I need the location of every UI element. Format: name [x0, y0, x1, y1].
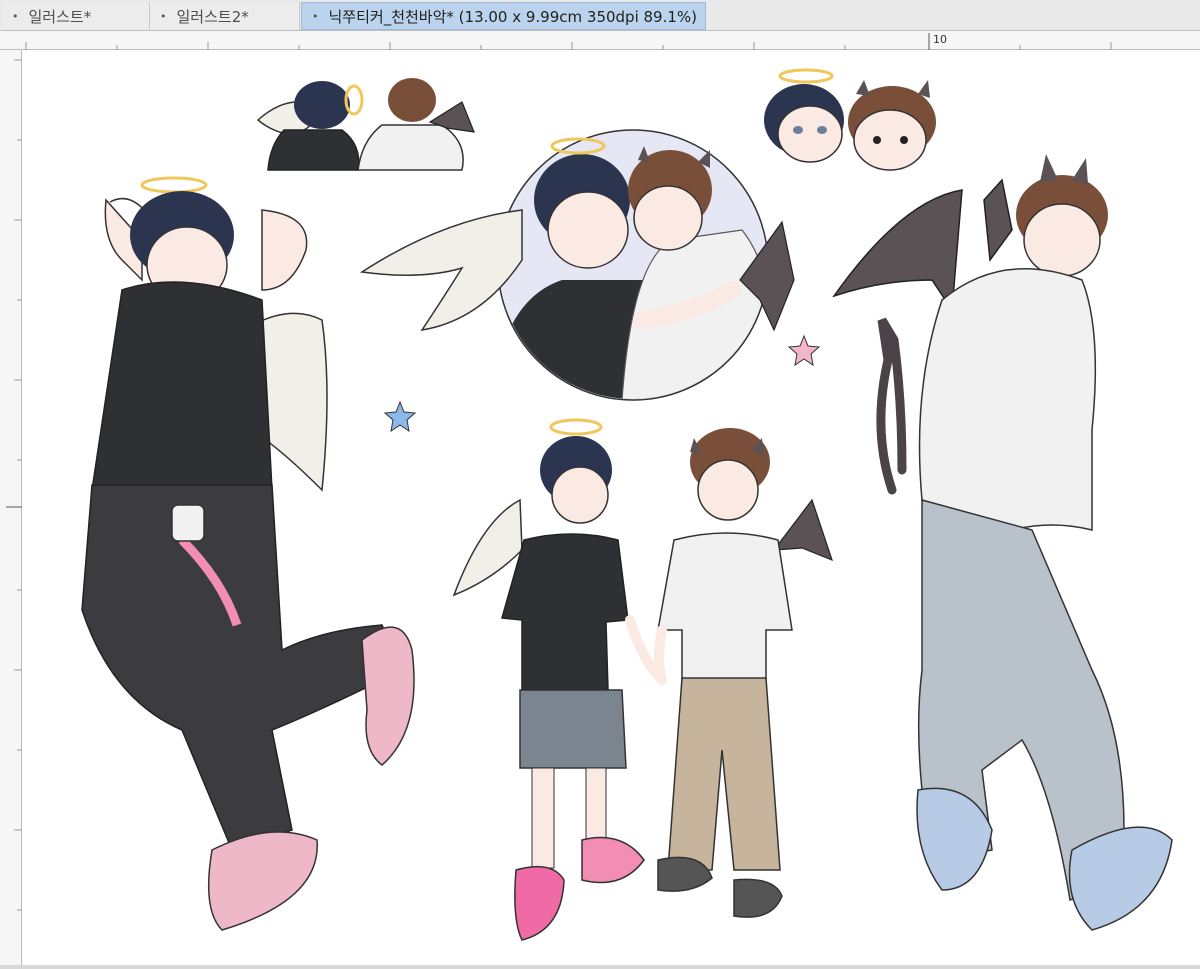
sticker-holding-hands: [452, 418, 833, 941]
modified-dot-icon: •: [12, 9, 19, 23]
star-pink: [787, 334, 821, 367]
ruler-ticks: [25, 33, 1112, 50]
modified-dot-icon: •: [312, 9, 319, 23]
horizontal-ruler[interactable]: [0, 31, 1200, 50]
star-blue: [383, 400, 417, 433]
tab-illustration[interactable]: • 일러스트*: [2, 2, 150, 30]
sticker-artwork: [81, 68, 1173, 941]
modified-dot-icon: •: [160, 9, 167, 23]
tab-label: 일러스트*: [28, 7, 92, 26]
vertical-ruler[interactable]: [0, 50, 22, 969]
horizontal-scrollbar[interactable]: [0, 965, 1200, 969]
sticker-chibi-heads: [764, 68, 936, 171]
ruler-label-10: 10: [933, 33, 947, 46]
drawing-canvas[interactable]: [22, 50, 1200, 966]
tab-label: 닉쭈티커_천천바악* (13.00 x 9.99cm 350dpi 89.1%): [328, 7, 698, 26]
ruler-ticks: [6, 59, 22, 911]
tab-illustration-2[interactable]: • 일러스트2*: [150, 2, 300, 30]
clip-studio-window: • 일러스트* • 일러스트2* • 닉쭈티커_천천바악* (13.00 x 9…: [0, 0, 1200, 969]
tab-label: 일러스트2*: [176, 7, 249, 26]
sticker-hug-back: [256, 78, 475, 171]
tab-sticker-active[interactable]: • 닉쭈티커_천천바악* (13.00 x 9.99cm 350dpi 89.1…: [301, 2, 706, 30]
sticker-devil-hoodie: [832, 154, 1173, 931]
document-tab-bar: • 일러스트* • 일러스트2* • 닉쭈티커_천천바악* (13.00 x 9…: [0, 0, 1200, 31]
sticker-angel-lying: [81, 176, 415, 931]
